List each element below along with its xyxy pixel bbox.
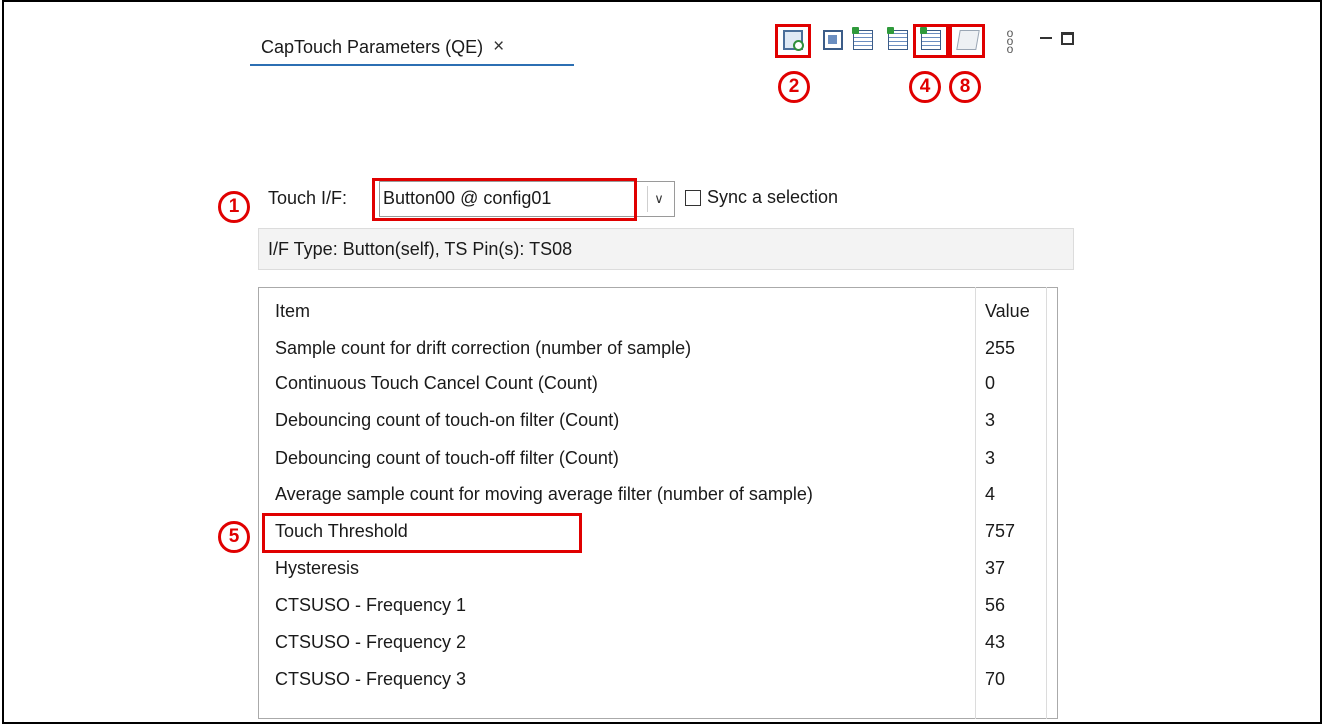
table-cell-value[interactable]: 3 xyxy=(985,448,995,469)
table-cell-item: Debouncing count of touch-off filter (Co… xyxy=(275,448,619,468)
table-cell-value[interactable]: 70 xyxy=(985,669,1005,690)
tab-captouch-parameters[interactable]: CapTouch Parameters (QE) × xyxy=(250,30,574,66)
table-cell-item: Debouncing count of touch-on filter (Cou… xyxy=(275,410,620,430)
table-cell-item: Average sample count for moving average … xyxy=(275,484,813,504)
chevron-down-icon[interactable]: ∨ xyxy=(647,186,670,212)
sync-selection-checkbox[interactable] xyxy=(685,190,701,206)
table-cell-value[interactable]: 37 xyxy=(985,558,1005,579)
table-cell-item: Hysteresis xyxy=(275,558,360,578)
table-cell-value[interactable]: 43 xyxy=(985,632,1005,653)
sync-selection-label: Sync a selection xyxy=(707,187,839,207)
column-divider xyxy=(975,287,976,719)
view-icon[interactable] xyxy=(823,30,843,50)
tab-title: CapTouch Parameters (QE) xyxy=(261,36,484,57)
table-cell-value[interactable]: 757 xyxy=(985,521,1015,542)
callout-2: 2 xyxy=(778,71,810,103)
close-icon[interactable]: × xyxy=(493,36,504,58)
maximize-icon[interactable] xyxy=(1061,32,1074,45)
table-cell-item: Continuous Touch Cancel Count (Count) xyxy=(275,373,598,393)
table-header-value: Value xyxy=(985,301,1030,321)
column-divider xyxy=(1046,287,1047,719)
table-header-item: Item xyxy=(275,301,311,321)
import-icon[interactable] xyxy=(852,27,873,50)
minimize-icon[interactable] xyxy=(1040,37,1052,39)
table-cell-value[interactable]: 3 xyxy=(985,410,995,431)
table-cell-item: CTSUSO - Frequency 3 xyxy=(275,669,467,689)
highlight-box-8 xyxy=(949,24,985,58)
table-cell-item: Sample count for drift correction (numbe… xyxy=(275,338,692,358)
if-info-text: I/F Type: Button(self), TS Pin(s): TS08 xyxy=(268,239,573,259)
table-cell-item: CTSUSO - Frequency 1 xyxy=(275,595,467,615)
callout-4: 4 xyxy=(909,71,941,103)
callout-1: 1 xyxy=(218,191,250,223)
export-icon[interactable] xyxy=(887,27,908,50)
highlight-box-5 xyxy=(262,513,582,553)
touch-if-label: Touch I/F: xyxy=(268,188,348,208)
highlight-box-1 xyxy=(372,178,637,221)
table-cell-value[interactable]: 255 xyxy=(985,338,1015,359)
table-cell-value[interactable]: 56 xyxy=(985,595,1005,616)
table-cell-item: CTSUSO - Frequency 2 xyxy=(275,632,467,652)
callout-8: 8 xyxy=(949,71,981,103)
callout-5: 5 xyxy=(218,521,250,553)
table-cell-value[interactable]: 0 xyxy=(985,373,995,394)
highlight-box-2 xyxy=(775,24,811,58)
more-options-icon[interactable]: ooo xyxy=(1005,27,1015,55)
table-cell-value[interactable]: 4 xyxy=(985,484,995,505)
highlight-box-4 xyxy=(913,24,949,58)
